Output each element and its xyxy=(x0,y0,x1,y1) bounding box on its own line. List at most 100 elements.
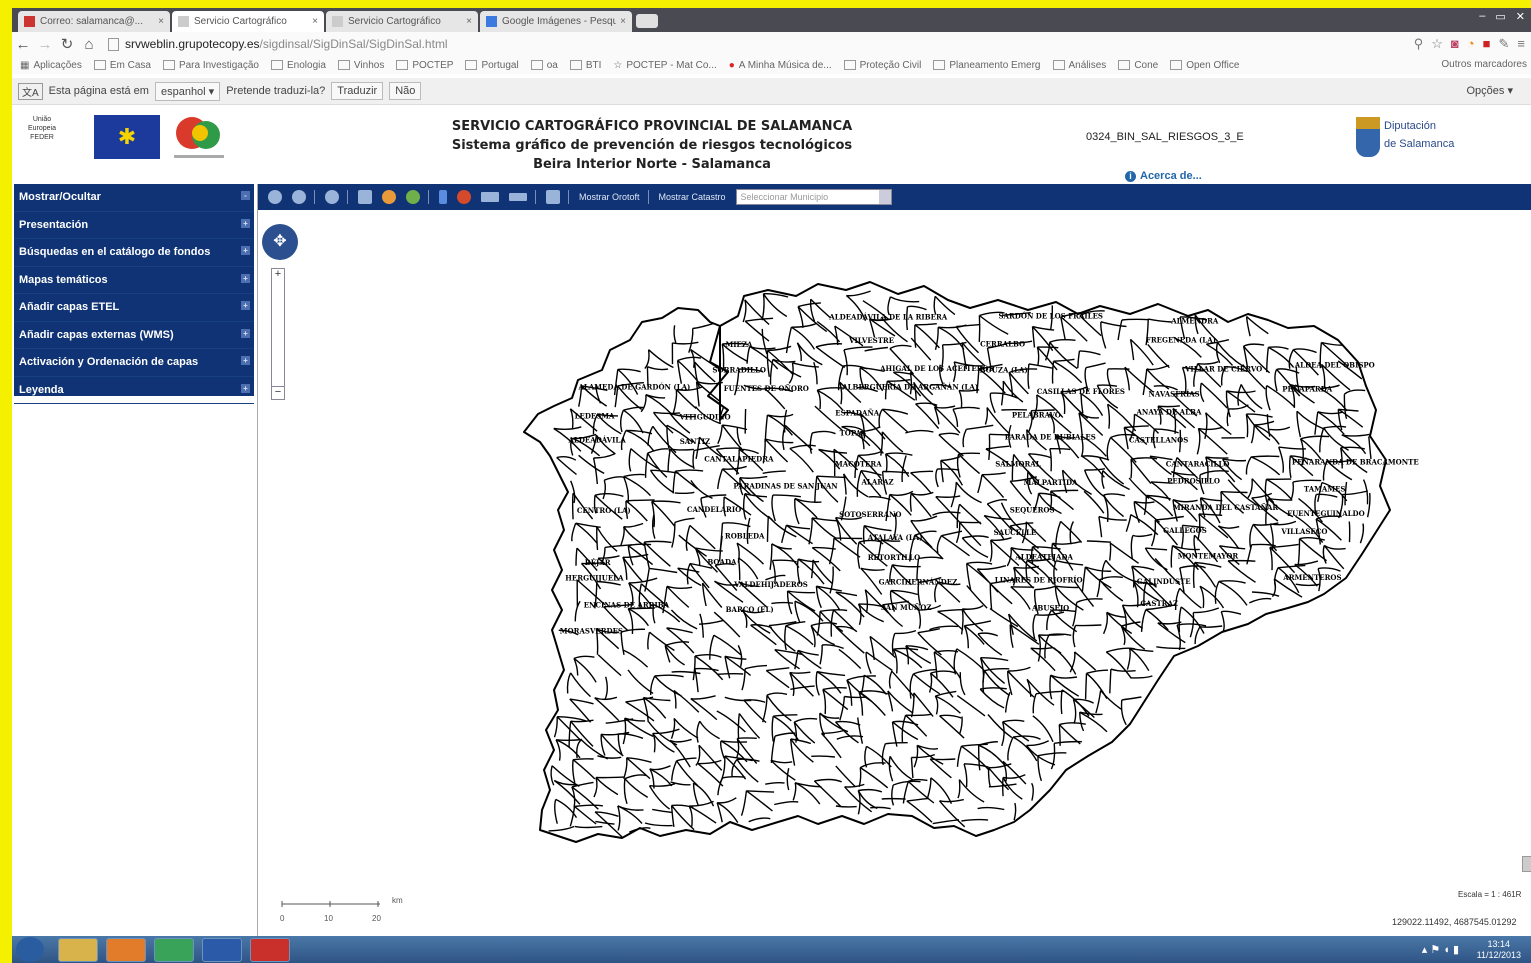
address-bar[interactable]: srvweblin.grupotecopy.es /sigdinsal/SigD… xyxy=(108,37,448,51)
municipality-select[interactable]: Seleccionar Municipio xyxy=(735,189,892,205)
rss-icon[interactable]: ◔ xyxy=(1467,36,1475,52)
municipality-label: FUENTEGUINALDO xyxy=(1287,509,1365,518)
bookmark-item[interactable]: ● A Minha Música de... xyxy=(729,60,832,71)
expand-icon[interactable]: + xyxy=(241,273,250,283)
info-tool-icon[interactable] xyxy=(439,190,447,204)
ruler-icon[interactable] xyxy=(509,193,527,201)
system-tray[interactable]: ▴ ⚑ ◖ ▮ xyxy=(1422,943,1459,956)
no-button[interactable]: Não xyxy=(389,82,422,100)
location-icon[interactable]: ⚲ xyxy=(1414,36,1424,52)
bookmark-item[interactable]: ☆ POCTEP - Mat Co... xyxy=(613,60,716,71)
bookmark-item[interactable]: BTI xyxy=(569,60,601,71)
menu-icon[interactable]: ≡ xyxy=(1517,36,1525,52)
bookmark-item[interactable]: Enologia xyxy=(271,60,326,71)
chevron-down-icon[interactable] xyxy=(878,190,891,204)
sidebar-item-mostrar-ocultar[interactable]: Mostrar/Ocultar - xyxy=(14,184,254,212)
forward-icon[interactable]: → xyxy=(34,36,56,53)
expand-icon[interactable]: + xyxy=(241,356,250,365)
bookmark-item[interactable]: Em Casa xyxy=(93,60,151,71)
municipalities-map[interactable]: ALDEADÁVILA DE LA RIBERA SARDÓN DE LOS FR… xyxy=(258,210,1531,936)
municipality-label: PEDROSILLO xyxy=(1167,476,1220,485)
translate-options[interactable]: Opções ▾ xyxy=(1467,84,1514,97)
bookmark-item[interactable]: Planeamento Emerg xyxy=(933,60,1041,71)
tab-google-images[interactable]: Google Imágenes - Pesqu... × xyxy=(480,11,632,32)
bookmark-star-icon[interactable]: ☆ xyxy=(1431,36,1443,52)
other-bookmarks[interactable]: Outros marcadores xyxy=(1441,59,1527,70)
municipality-label: GALLEGOS xyxy=(1163,526,1207,535)
expand-icon[interactable]: + xyxy=(241,301,250,310)
sidebar-item-capas-wms[interactable]: Añadir capas externas (WMS) + xyxy=(14,322,254,349)
municipality-label: ALMENDRA xyxy=(1170,317,1219,326)
bookmark-item[interactable]: Cone xyxy=(1118,60,1158,71)
new-tab-button[interactable] xyxy=(636,14,658,28)
expand-icon[interactable]: + xyxy=(241,383,250,393)
pen-icon[interactable]: ✎ xyxy=(1499,36,1510,52)
sidebar-item-capas-etel[interactable]: Añadir capas ETEL + xyxy=(14,294,254,322)
bookmark-item[interactable]: Análises xyxy=(1052,60,1106,71)
print-icon[interactable] xyxy=(546,190,560,204)
zoom-extent-icon[interactable] xyxy=(325,190,339,204)
close-icon[interactable]: × xyxy=(620,16,626,27)
zoom-out-icon[interactable] xyxy=(292,190,306,204)
marker-icon[interactable] xyxy=(382,190,396,204)
explorer-icon[interactable] xyxy=(58,938,98,962)
expand-icon[interactable]: - xyxy=(241,191,250,200)
show-ortho-link[interactable]: Mostrar Orotoft xyxy=(579,192,640,202)
sidebar-item-mapas-tematicos[interactable]: Mapas temáticos + xyxy=(14,267,254,294)
bookmark-item[interactable]: Portugal xyxy=(465,60,519,71)
minimize-icon[interactable]: – xyxy=(1479,10,1485,23)
tab-mail[interactable]: Correo: salamanca@... × xyxy=(18,11,170,32)
close-window-icon[interactable]: ✕ xyxy=(1516,10,1525,23)
municipality-label: ANAYA DE ALBA xyxy=(1136,408,1202,417)
taskbar: ▴ ⚑ ◖ ▮ 13:14 11/12/2013 xyxy=(12,936,1531,963)
sidebar-item-busquedas[interactable]: Búsquedas en el catálogo de fondos + xyxy=(14,239,254,267)
municipality-label: FREGENEDA (LA) xyxy=(1146,336,1216,345)
municipality-label: ABUSEJO xyxy=(1031,604,1069,613)
home-icon[interactable]: ⌂ xyxy=(78,36,100,53)
bookmark-item[interactable]: Open Office xyxy=(1170,60,1239,71)
clock[interactable]: 13:14 11/12/2013 xyxy=(1477,939,1521,961)
show-cadastre-link[interactable]: Mostrar Catastro xyxy=(659,192,726,202)
browser-window: Correo: salamanca@... × Servicio Cartogr… xyxy=(12,8,1531,936)
chrome-icon[interactable] xyxy=(154,938,194,962)
sidebar-item-leyenda[interactable]: Leyenda + xyxy=(14,377,254,404)
start-button-icon[interactable] xyxy=(16,937,44,962)
measure-icon[interactable] xyxy=(457,190,471,204)
sidebar-item-presentacion[interactable]: Presentación + xyxy=(14,212,254,239)
language-select[interactable]: espanhol ▾ xyxy=(154,81,221,101)
acrobat-icon[interactable] xyxy=(250,938,290,962)
firefox-icon[interactable] xyxy=(106,938,146,962)
maximize-icon[interactable]: ▭ xyxy=(1495,10,1505,23)
bookmark-item[interactable]: oa xyxy=(530,60,558,71)
bookmark-item[interactable]: ▦ Aplicações xyxy=(20,60,82,71)
globe-icon[interactable] xyxy=(358,190,372,204)
comment-icon[interactable] xyxy=(406,190,420,204)
tab-servicio-1[interactable]: Servicio Cartográfico × xyxy=(172,11,324,32)
translate-button[interactable]: Traduzir xyxy=(331,82,384,100)
close-icon[interactable]: × xyxy=(312,16,318,27)
sidebar-item-activacion[interactable]: Activación y Ordenación de capas + xyxy=(14,349,254,377)
municipality-boundary xyxy=(909,493,912,512)
back-icon[interactable]: ← xyxy=(12,36,34,53)
expand-icon[interactable]: + xyxy=(241,246,250,255)
tab-servicio-2[interactable]: Servicio Cartográfico × xyxy=(326,11,478,32)
about-link[interactable]: i Acerca de... xyxy=(1125,170,1202,182)
zoom-in-icon[interactable] xyxy=(268,190,282,204)
layers-icon[interactable] xyxy=(481,192,499,202)
close-icon[interactable]: × xyxy=(158,16,164,27)
bookmark-item[interactable]: Proteção Civil xyxy=(843,60,921,71)
expand-icon[interactable]: + xyxy=(241,218,250,228)
reload-icon[interactable]: ↻ xyxy=(56,35,78,53)
pdf-icon[interactable]: ■ xyxy=(1483,36,1491,52)
bookmark-item[interactable]: POCTEP xyxy=(396,60,453,71)
bookmark-item[interactable]: Para Investigação xyxy=(162,60,259,71)
folder-icon xyxy=(1052,60,1065,70)
word-icon[interactable] xyxy=(202,938,242,962)
folder-icon xyxy=(569,60,582,70)
expand-icon[interactable]: + xyxy=(241,328,250,338)
overview-toggle-icon[interactable] xyxy=(1522,856,1531,872)
title-line-1: SERVICIO CARTOGRÁFICO PROVINCIAL DE SALA… xyxy=(451,119,853,134)
bookmark-item[interactable]: Vinhos xyxy=(337,60,384,71)
extension-icon[interactable]: ◙ xyxy=(1451,36,1459,52)
close-icon[interactable]: × xyxy=(466,16,472,27)
